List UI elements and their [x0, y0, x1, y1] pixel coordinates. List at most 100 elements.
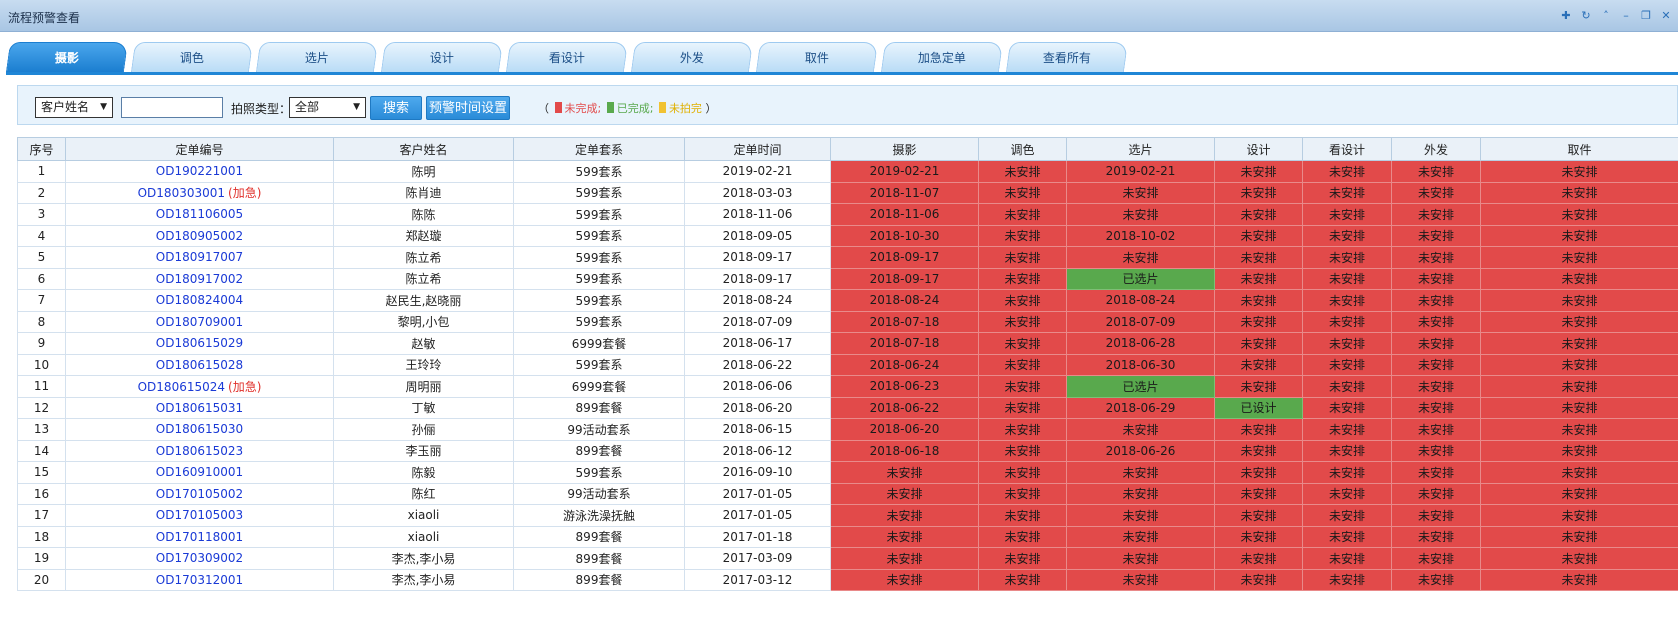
stage-cell-4: 未安排 — [1302, 246, 1392, 269]
stage-cell-2: 2018-07-09 — [1066, 310, 1215, 333]
table-row[interactable]: 4 OD180905002 郑赵璇 599套系 2018-09-05 2018-10-30… — [17, 224, 1678, 247]
restore-icon[interactable]: ❐ — [1640, 10, 1652, 22]
tab-underline — [6, 72, 1678, 75]
order-number-link[interactable]: OD180615028 — [65, 353, 334, 376]
table-row[interactable]: 11 OD180615024 (加急) 周明丽 6999套餐 2018-06-06 2018… — [17, 375, 1678, 398]
tab-3[interactable]: 设计 — [380, 42, 504, 72]
table-row[interactable]: 5 OD180917007 陈立希 599套系 2018-09-17 2018-09-17… — [17, 246, 1678, 269]
order-number-link[interactable]: OD160910001 — [65, 461, 334, 484]
stage-cell-1: 未安排 — [978, 568, 1067, 591]
stage-cell-5: 未安排 — [1391, 246, 1481, 269]
tab-4[interactable]: 看设计 — [505, 42, 629, 72]
table-row[interactable]: 8 OD180709001 黎明,小包 599套系 2018-07-09 2018-07-… — [17, 310, 1678, 333]
refresh-icon[interactable]: ↻ — [1580, 10, 1592, 22]
order-number-link[interactable]: OD180905002 — [65, 224, 334, 247]
order-number-link[interactable]: OD180615030 — [65, 418, 334, 441]
order-number-link[interactable]: OD170105002 — [65, 482, 334, 505]
stage-cell-2: 2018-06-30 — [1066, 353, 1215, 376]
order-package: 899套餐 — [513, 439, 685, 462]
customer-name: 周明丽 — [333, 375, 514, 398]
column-header[interactable]: 调色 — [978, 137, 1067, 161]
stage-cell-5: 未安排 — [1391, 482, 1481, 505]
order-number-link[interactable]: OD180615024 (加急) — [65, 375, 334, 398]
table-row[interactable]: 15 OD160910001 陈毅 599套系 2016-09-10 未安排 未安排 未安排未… — [17, 461, 1678, 484]
customer-name: 孙俪 — [333, 418, 514, 441]
stage-cell-2: 2019-02-21 — [1066, 160, 1215, 183]
stage-cell-3: 未安排 — [1214, 547, 1303, 570]
order-number-link[interactable]: OD180615029 — [65, 332, 334, 355]
order-number-link[interactable]: OD180303001 (加急) — [65, 181, 334, 204]
column-header[interactable]: 定单时间 — [684, 137, 831, 161]
legend-notshot-swatch — [658, 102, 666, 113]
order-number-link[interactable]: OD180709001 — [65, 310, 334, 333]
close-icon[interactable]: ✕ — [1660, 10, 1672, 22]
order-package: 99活动套系 — [513, 418, 685, 441]
table-row[interactable]: 10 OD180615028 王玲玲 599套系 2018-06-22 2018-06-2… — [17, 353, 1678, 376]
order-number-link[interactable]: OD180615031 — [65, 396, 334, 419]
stage-cell-4: 未安排 — [1302, 547, 1392, 570]
search-input[interactable] — [121, 97, 223, 118]
order-number-link[interactable]: OD170105003 — [65, 504, 334, 527]
order-number-link[interactable]: OD170312001 — [65, 568, 334, 591]
stage-cell-0: 2018-06-20 — [830, 418, 979, 441]
tab-6[interactable]: 取件 — [755, 42, 879, 72]
stage-cell-5: 未安排 — [1391, 547, 1481, 570]
order-number-link[interactable]: OD180615023 — [65, 439, 334, 462]
stage-cell-2: 未安排 — [1066, 203, 1215, 226]
collapse-icon[interactable]: ˄ — [1600, 10, 1612, 22]
minimize-icon[interactable]: – — [1620, 10, 1632, 22]
tab-7[interactable]: 加急定单 — [880, 42, 1004, 72]
legend-notshot-label: 未拍完 — [668, 102, 702, 115]
warning-time-settings-button[interactable]: 预警时间设置 — [426, 96, 510, 120]
table-row[interactable]: 6 OD180917002 陈立希 599套系 2018-09-17 2018-09-17… — [17, 267, 1678, 290]
column-header[interactable]: 客户姓名 — [333, 137, 514, 161]
photo-type-select[interactable]: 全部 ▼ — [289, 97, 366, 118]
tab-5[interactable]: 外发 — [630, 42, 754, 72]
order-number-link[interactable]: OD181106005 — [65, 203, 334, 226]
order-number-link[interactable]: OD180824004 — [65, 289, 334, 312]
stage-cell-3: 未安排 — [1214, 181, 1303, 204]
stage-cell-0: 2018-09-17 — [830, 267, 979, 290]
table-row[interactable]: 7 OD180824004 赵民生,赵晓丽 599套系 2018-08-24 2018-0… — [17, 289, 1678, 312]
stage-cell-2: 未安排 — [1066, 418, 1215, 441]
table-row[interactable]: 12 OD180615031 丁敏 899套餐 2018-06-20 2018-06-22… — [17, 396, 1678, 419]
column-header[interactable]: 定单编号 — [65, 137, 334, 161]
column-header[interactable]: 外发 — [1391, 137, 1481, 161]
order-number-link[interactable]: OD170118001 — [65, 525, 334, 548]
column-header[interactable]: 设计 — [1214, 137, 1303, 161]
column-header[interactable]: 选片 — [1066, 137, 1215, 161]
order-number-link[interactable]: OD170309002 — [65, 547, 334, 570]
column-header[interactable]: 取件 — [1480, 137, 1678, 161]
stage-cell-6: 未安排 — [1480, 224, 1678, 247]
table-row[interactable]: 13 OD180615030 孙俪 99活动套系 2018-06-15 2018-06-2… — [17, 418, 1678, 441]
search-button[interactable]: 搜索 — [370, 96, 422, 120]
tab-8[interactable]: 查看所有 — [1005, 42, 1129, 72]
table-row[interactable]: 19 OD170309002 李杰,李小易 899套餐 2017-03-09 未安排 未安排… — [17, 547, 1678, 570]
column-header[interactable]: 定单套系 — [513, 137, 685, 161]
table-row[interactable]: 3 OD181106005 陈陈 599套系 2018-11-06 2018-11-06 未… — [17, 203, 1678, 226]
tab-1[interactable]: 调色 — [130, 42, 254, 72]
stage-cell-1: 未安排 — [978, 181, 1067, 204]
table-row[interactable]: 2 OD180303001 (加急) 陈肖迪 599套系 2018-03-03 2018-1… — [17, 181, 1678, 204]
table-row[interactable]: 9 OD180615029 赵敏 6999套餐 2018-06-17 2018-07-18… — [17, 332, 1678, 355]
table-row[interactable]: 18 OD170118001 xiaoli 899套餐 2017-01-18 未安排 未安排… — [17, 525, 1678, 548]
search-field-select[interactable]: 客户姓名 ▼ — [35, 97, 113, 118]
tab-2[interactable]: 选片 — [255, 42, 379, 72]
table-row[interactable]: 14 OD180615023 李玉丽 899套餐 2018-06-12 2018-06-1… — [17, 439, 1678, 462]
table-row[interactable]: 17 OD170105003 xiaoli 游泳洗澡抚触 2017-01-05 未安排 未安… — [17, 504, 1678, 527]
order-number-link[interactable]: OD190221001 — [65, 160, 334, 183]
table-row[interactable]: 1 OD190221001 陈明 599套系 2019-02-21 2019-02-21 未… — [17, 160, 1678, 183]
stage-cell-2: 2018-08-24 — [1066, 289, 1215, 312]
column-header[interactable]: 看设计 — [1302, 137, 1392, 161]
column-header[interactable]: 摄影 — [830, 137, 979, 161]
legend-open-paren: （ — [538, 102, 549, 115]
tab-0[interactable]: 摄影 — [5, 42, 129, 72]
table-row[interactable]: 16 OD170105002 陈红 99活动套系 2017-01-05 未安排 未安排 未安排… — [17, 482, 1678, 505]
column-header[interactable]: 序号 — [17, 137, 66, 161]
stage-cell-4: 未安排 — [1302, 375, 1392, 398]
order-number-link[interactable]: OD180917002 — [65, 267, 334, 290]
pin-icon[interactable]: ✚ — [1560, 10, 1572, 22]
table-row[interactable]: 20 OD170312001 李杰,李小易 899套餐 2017-03-12 未安排 未安排… — [17, 568, 1678, 591]
stage-cell-0: 2018-09-17 — [830, 246, 979, 269]
order-number-link[interactable]: OD180917007 — [65, 246, 334, 269]
